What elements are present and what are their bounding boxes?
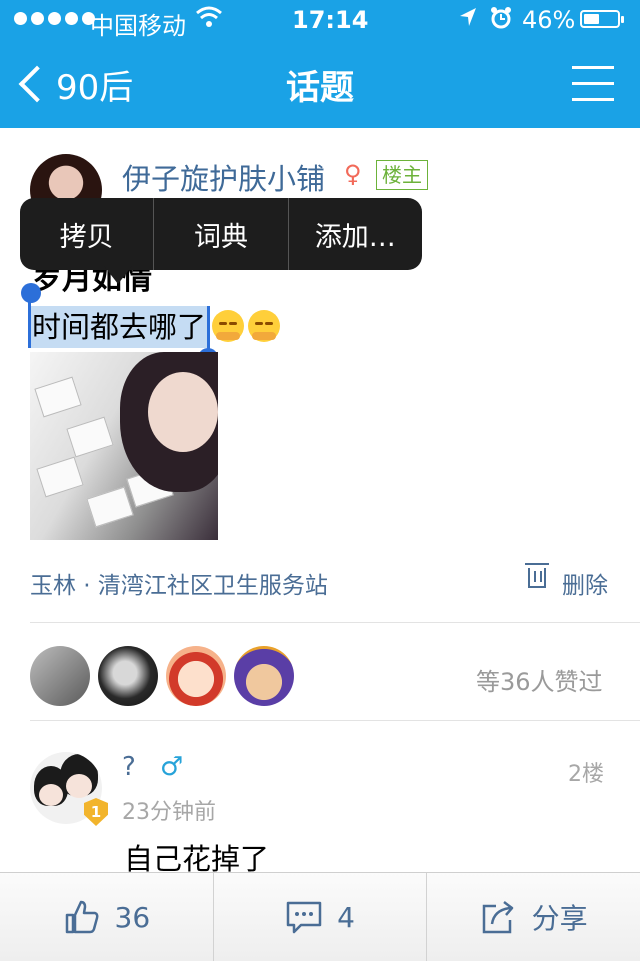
location-label[interactable]: 玉林 · 清湾江社区卫生服务站 (30, 566, 328, 600)
share-button[interactable]: 分享 (427, 873, 640, 961)
level-badge: 1 (84, 798, 108, 826)
author-name[interactable]: 伊子旋护肤小铺 (122, 156, 325, 198)
commenter-name[interactable]: ? (122, 752, 136, 782)
battery-icon (580, 10, 624, 28)
thumbs-up-icon (65, 900, 99, 934)
host-badge: 楼主 (376, 160, 428, 190)
post-photo[interactable] (30, 352, 218, 540)
bottom-action-bar: 36 4 分享 (0, 872, 640, 961)
likes-count[interactable]: 等36人赞过 (476, 662, 603, 697)
comment-time: 23分钟前 (122, 800, 216, 825)
clock: 17:14 (292, 6, 369, 34)
liker-avatar[interactable] (30, 646, 90, 706)
comment-count: 4 (337, 900, 355, 934)
liker-avatar[interactable] (166, 646, 226, 706)
post-body[interactable]: 时间都去哪了 (32, 306, 206, 348)
hug-emoji-icon (212, 310, 244, 342)
share-icon (482, 901, 513, 934)
selection-end-handle[interactable] (207, 306, 210, 350)
floor-number: 2楼 (568, 762, 604, 787)
wifi-icon (196, 6, 222, 34)
copy-menu-item[interactable]: 拷贝 (20, 198, 155, 270)
share-label: 分享 (531, 902, 588, 935)
selection-start-knob[interactable] (21, 283, 41, 303)
text-context-menu: 拷贝 词典 添加… (20, 198, 422, 270)
dictionary-menu-item[interactable]: 词典 (154, 198, 289, 270)
alarm-icon (490, 6, 512, 36)
comment-button[interactable]: 4 (214, 873, 428, 961)
like-button[interactable]: 36 (0, 873, 214, 961)
female-gender-icon: ♀ (344, 160, 362, 188)
divider (30, 720, 640, 721)
context-menu-pointer (104, 266, 132, 284)
selection-start-handle[interactable] (28, 302, 31, 348)
add-menu-item[interactable]: 添加… (289, 198, 422, 270)
carrier-label: 中国移动 (90, 12, 186, 40)
delete-button[interactable]: 删除 (562, 566, 608, 600)
divider (30, 622, 640, 623)
liker-avatar[interactable] (234, 646, 294, 706)
male-gender-icon: ♂ (160, 752, 184, 782)
hug-emoji-icon (248, 310, 280, 342)
location-arrow-icon (458, 6, 478, 34)
page-title: 话题 (286, 68, 354, 108)
comment-icon (286, 901, 322, 934)
battery-percent: 46% (522, 6, 576, 34)
top-bar: 中国移动 17:14 46% 90后 话题 (0, 0, 640, 128)
status-bar: 中国移动 17:14 46% (0, 0, 640, 40)
like-count: 36 (114, 900, 151, 934)
liker-avatar[interactable] (98, 646, 158, 706)
menu-button[interactable] (572, 66, 614, 114)
signal-strength-icon (14, 12, 95, 25)
trash-icon[interactable] (525, 563, 549, 588)
